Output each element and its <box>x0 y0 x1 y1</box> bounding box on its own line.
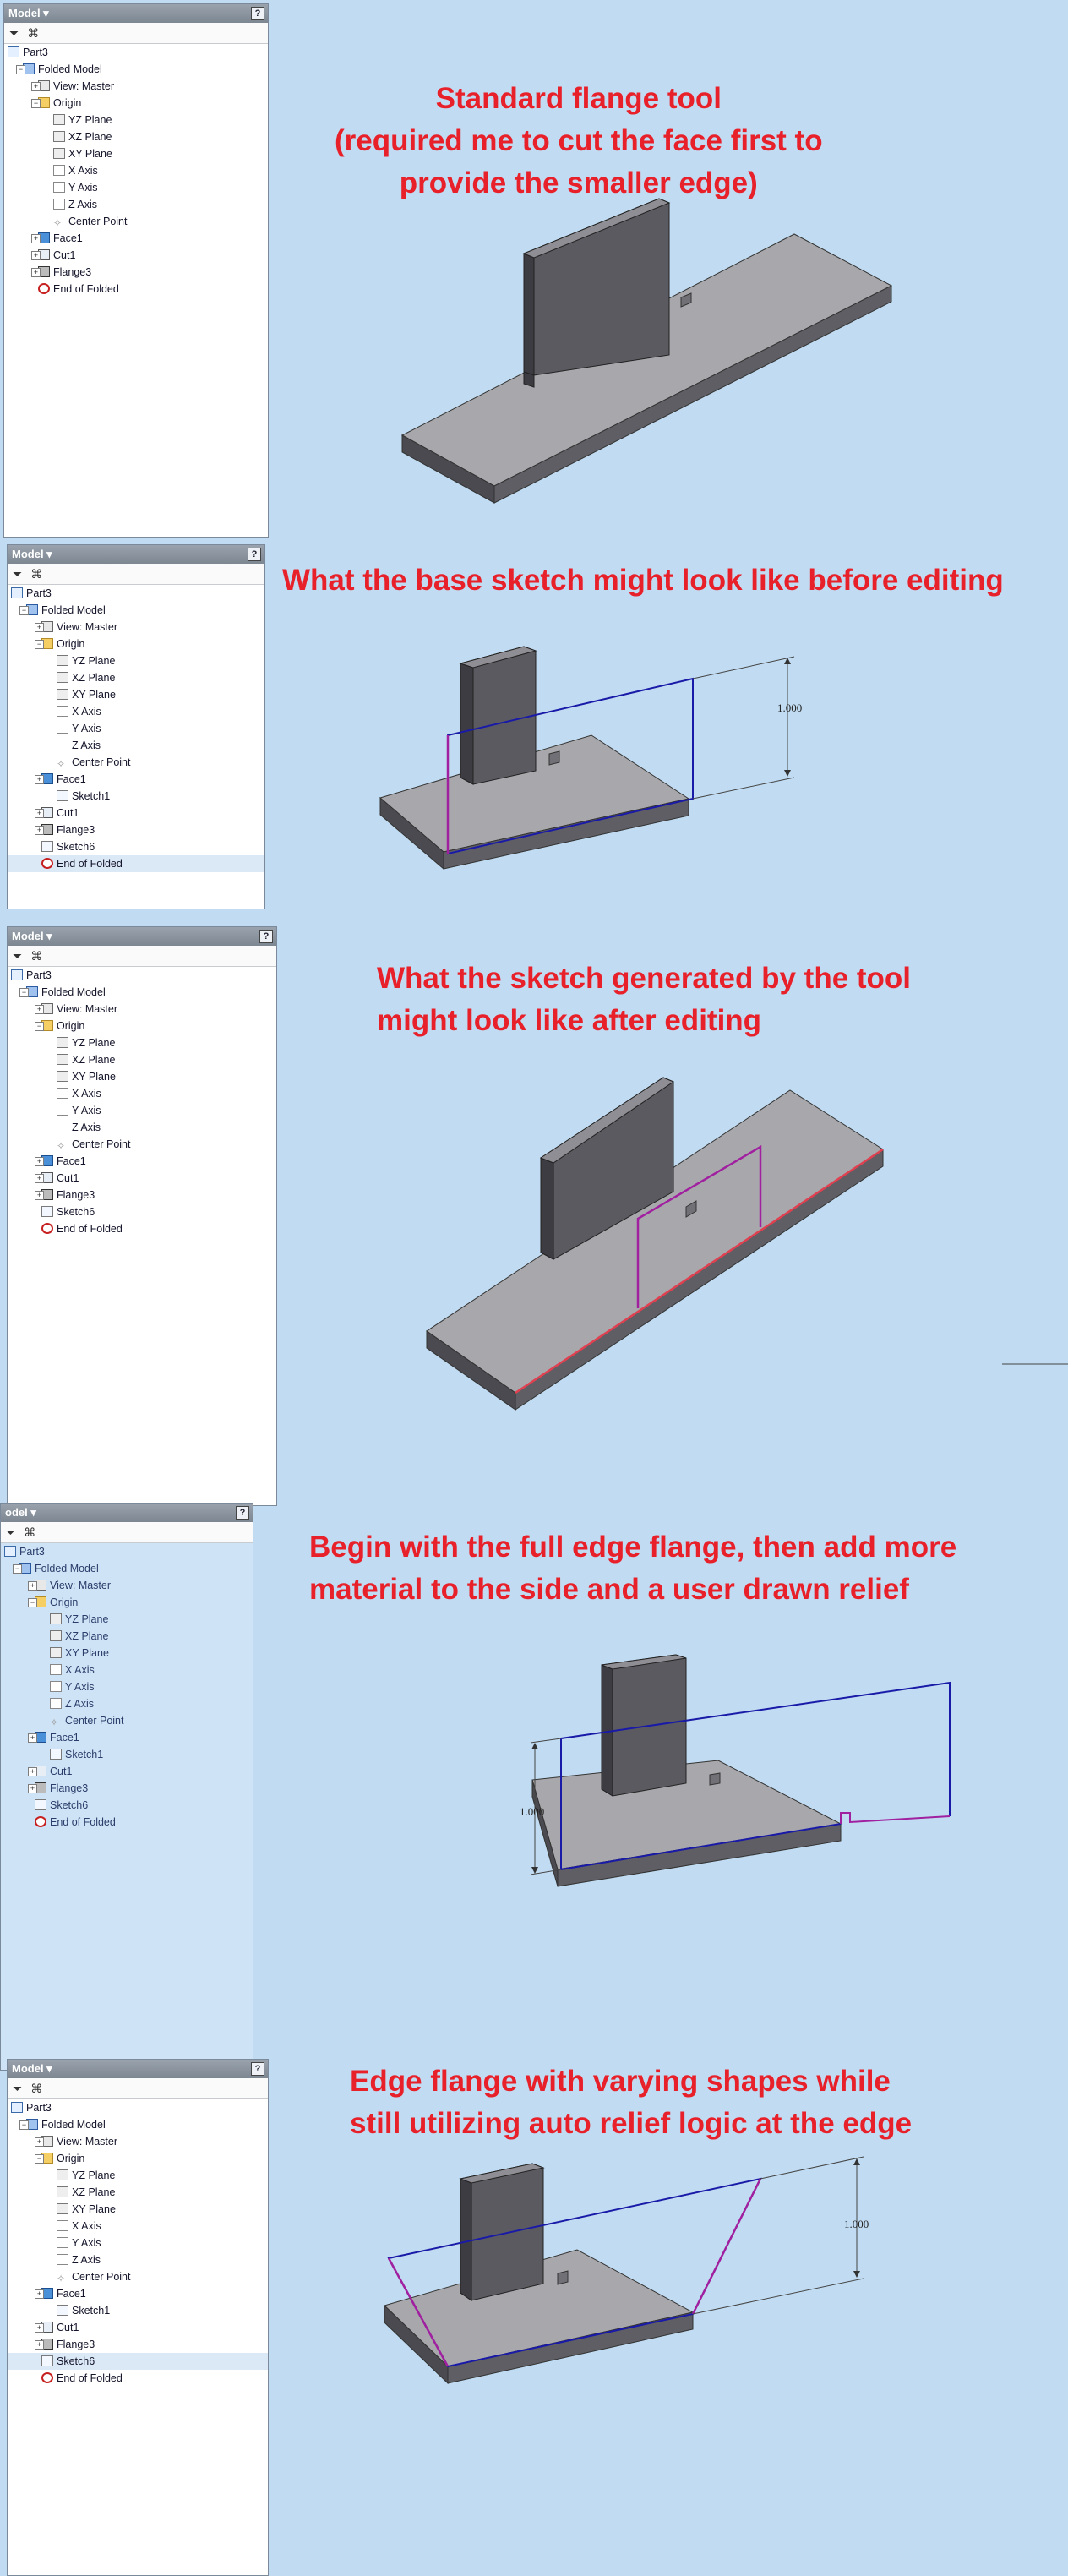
part-standard-flange <box>400 198 893 504</box>
part-full-edge-flange: 1.000 <box>520 1654 951 1887</box>
part-base-sketch: 1.000 <box>379 646 802 870</box>
part-varying-shapes: 1.000 <box>384 2156 869 2385</box>
dimension-value: 1.000 <box>777 701 802 714</box>
dimension-value: 1.000 <box>520 1805 544 1818</box>
dimension-value: 1.000 <box>844 2218 869 2230</box>
part-generated-sketch <box>426 1077 884 1411</box>
model-viewport: 1.000 1.000 1.000 <box>379 198 1068 2385</box>
